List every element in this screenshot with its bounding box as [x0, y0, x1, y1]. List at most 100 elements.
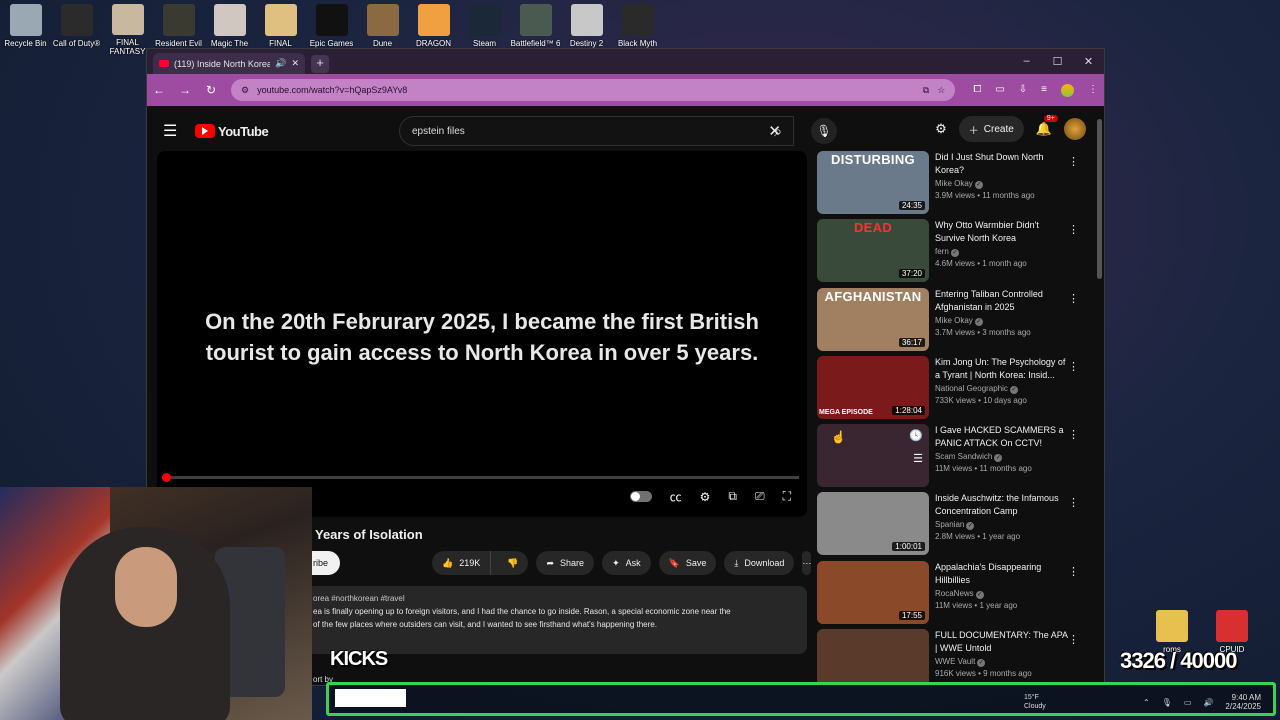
- like-button[interactable]: 👍 219K: [432, 551, 492, 575]
- tray-volume-icon[interactable]: 🔊: [1203, 698, 1213, 707]
- video-player[interactable]: On the 20th Februrary 2025, I became the…: [157, 151, 807, 517]
- voice-search-button[interactable]: 🎙: [811, 118, 837, 144]
- bookmark-star-icon[interactable]: ☆: [937, 85, 945, 96]
- recommendation-title[interactable]: Appalachia's Disappearing Hillbillies: [935, 561, 1071, 587]
- taskbar-weather[interactable]: 15°F Cloudy: [1024, 693, 1046, 711]
- recommendation-title[interactable]: Why Otto Warmbier Didn't Survive North K…: [935, 219, 1071, 245]
- recommendation-item[interactable]: 1:00:01 Inside Auschwitz: the Infamous Co…: [817, 492, 1087, 560]
- add-to-queue-icon[interactable]: ☰: [913, 452, 923, 465]
- description-tags[interactable]: orea #northkorean #travel: [313, 592, 801, 605]
- tab-close-icon[interactable]: ✕: [291, 58, 299, 69]
- tray-clock[interactable]: 9:40 AM 2/24/2025: [1225, 693, 1261, 711]
- download-button[interactable]: ⤓ Download: [724, 551, 795, 575]
- url-field[interactable]: ⚙ youtube.com/watch?v=hQapSz9AYv8 ⧉ ☆: [230, 79, 956, 101]
- recommendation-title[interactable]: Entering Taliban Controlled Afghanistan …: [935, 288, 1071, 314]
- more-options-icon[interactable]: ⋮: [1068, 360, 1079, 373]
- media-icon[interactable]: ≡: [1041, 84, 1047, 97]
- tray-chevron-icon[interactable]: ⌃: [1143, 698, 1150, 707]
- create-button[interactable]: ＋ Create: [958, 116, 1024, 142]
- more-options-icon[interactable]: ⋮: [1068, 565, 1079, 578]
- more-options-icon[interactable]: ⋮: [1068, 428, 1079, 441]
- video-thumbnail[interactable]: AFGHANISTAN 36:17: [817, 287, 929, 351]
- header-actions: ⚙ ＋ Create 🔔 9+: [935, 115, 1086, 142]
- recommendation-title[interactable]: Kim Jong Un: The Psychology of a Tyrant …: [935, 356, 1071, 382]
- more-options-icon[interactable]: ⋮: [1068, 223, 1079, 236]
- video-thumbnail[interactable]: DISTURBING 24:35: [817, 151, 929, 214]
- page-scrollbar[interactable]: [1097, 119, 1102, 279]
- site-info-icon[interactable]: ⚙: [241, 85, 249, 96]
- recommendation-title[interactable]: Did I Just Shut Down North Korea?: [935, 151, 1071, 177]
- more-options-icon[interactable]: ⋮: [1068, 155, 1079, 168]
- extensions-icon[interactable]: ⧠: [973, 84, 981, 97]
- channel-name[interactable]: WWE Vault: [935, 657, 975, 666]
- video-thumbnail[interactable]: 1:00:01: [817, 492, 929, 556]
- browser-menu-icon[interactable]: ⋮: [1088, 84, 1098, 97]
- recommendation-item[interactable]: AFGHANISTAN 36:17 Entering Taliban Control…: [817, 287, 1087, 356]
- hamburger-menu-icon[interactable]: ☰: [163, 121, 185, 141]
- more-options-icon[interactable]: ⋮: [1068, 496, 1079, 509]
- channel-name[interactable]: Spanian: [935, 520, 964, 529]
- channel-name[interactable]: RocaNews: [935, 589, 974, 598]
- channel-name[interactable]: Scam Sandwich: [935, 452, 992, 461]
- studio-icon[interactable]: ⚙: [935, 121, 947, 137]
- settings-gear-icon[interactable]: ⚙: [700, 490, 711, 504]
- video-thumbnail[interactable]: MEGA EPISODE 1:28:04: [817, 355, 929, 419]
- channel-name[interactable]: National Geographic: [935, 384, 1008, 393]
- autoplay-toggle[interactable]: [629, 491, 652, 502]
- recommendation-title[interactable]: FULL DOCUMENTARY: The APA | WWE Untold: [935, 629, 1071, 655]
- search-input[interactable]: epstein files ✕: [399, 116, 794, 146]
- more-options-icon[interactable]: ⋮: [1068, 633, 1079, 646]
- reload-icon[interactable]: ↻: [205, 83, 217, 97]
- recommendation-title[interactable]: I Gave HACKED SCAMMERS a PANIC ATTACK On…: [935, 424, 1071, 450]
- subtitles-icon[interactable]: ㏄: [670, 488, 682, 505]
- watch-later-icon[interactable]: 🕓: [909, 429, 923, 442]
- cast-icon[interactable]: ⎚: [755, 489, 765, 504]
- sidepanel-icon[interactable]: ▭: [995, 84, 1004, 97]
- recommendation-item[interactable]: DISTURBING 24:35 Did I Just Shut Down Nort…: [817, 151, 1087, 219]
- back-icon[interactable]: ←: [153, 83, 165, 97]
- new-tab-button[interactable]: +: [311, 54, 329, 73]
- maximize-button[interactable]: ☐: [1042, 55, 1073, 68]
- download-icon[interactable]: ⇩: [1019, 84, 1027, 97]
- ask-button[interactable]: ✦ Ask: [602, 551, 651, 575]
- video-thumbnail[interactable]: 17:55: [817, 560, 929, 624]
- dislike-button[interactable]: 👎: [497, 558, 528, 569]
- recommendation-item[interactable]: DEAD 37:20 Why Otto Warmbier Didn't Surviv…: [817, 219, 1087, 287]
- description-box[interactable]: orea #northkorean #travel ea is finally …: [307, 586, 807, 654]
- recommendation-item[interactable]: 🕓 ☰ I Gave HACKED SCAMMERS a PANIC ATTACK …: [817, 424, 1087, 492]
- notifications-button[interactable]: 🔔 9+: [1036, 115, 1058, 137]
- recommendation-item[interactable]: APAFULL DOCUMENTARY: The APA | WWE Untol…: [817, 629, 1087, 685]
- account-avatar[interactable]: [1064, 118, 1086, 140]
- video-thumbnail[interactable]: DEAD 37:20: [817, 219, 929, 283]
- tray-network-icon[interactable]: ▭: [1184, 698, 1192, 707]
- audio-icon[interactable]: 🔊: [275, 58, 286, 69]
- thumbnail-text: DEAD: [853, 220, 893, 236]
- desktop-icon[interactable]: Recycle Bin: [0, 0, 51, 56]
- fullscreen-icon[interactable]: ⛶: [783, 489, 791, 504]
- video-thumbnail[interactable]: APA: [817, 629, 929, 685]
- channel-name[interactable]: Mike Okay: [935, 179, 973, 188]
- save-button[interactable]: 🔖 Save: [658, 551, 717, 575]
- channel-name[interactable]: fern: [935, 247, 949, 256]
- miniplayer-icon[interactable]: ⧉: [728, 489, 737, 504]
- progress-bar[interactable]: [162, 473, 799, 482]
- minimize-button[interactable]: –: [1011, 55, 1042, 68]
- desktop-icon[interactable]: Call of Duty®: [51, 0, 102, 56]
- tray-mic-icon[interactable]: 🎙: [1162, 698, 1172, 707]
- search-button[interactable]: ⌕: [760, 116, 796, 146]
- more-actions-button[interactable]: ⋯: [802, 551, 812, 575]
- browser-tab[interactable]: (119) Inside North Korea A 🔊 ✕: [153, 53, 305, 74]
- more-options-icon[interactable]: ⋮: [1068, 292, 1079, 305]
- install-app-icon[interactable]: ⧉: [923, 85, 929, 96]
- forward-icon[interactable]: →: [179, 83, 191, 97]
- share-button[interactable]: ➦ Share: [536, 551, 595, 575]
- close-window-button[interactable]: ✕: [1073, 55, 1104, 68]
- recommendation-item[interactable]: 17:55 Appalachia's Disappearing Hillbilli…: [817, 560, 1087, 629]
- recommendation-title[interactable]: Inside Auschwitz: the Infamous Concentra…: [935, 492, 1071, 518]
- progress-scrubber[interactable]: [162, 473, 171, 482]
- youtube-logo[interactable]: YouTube: [195, 124, 269, 139]
- download-arrow-icon: ⤓: [734, 557, 739, 568]
- channel-name[interactable]: Mike Okay: [935, 316, 973, 325]
- recommendation-item[interactable]: MEGA EPISODE 1:28:04 Kim Jong Un: The Psyc…: [817, 355, 1087, 424]
- profile-avatar-icon[interactable]: [1061, 83, 1074, 97]
